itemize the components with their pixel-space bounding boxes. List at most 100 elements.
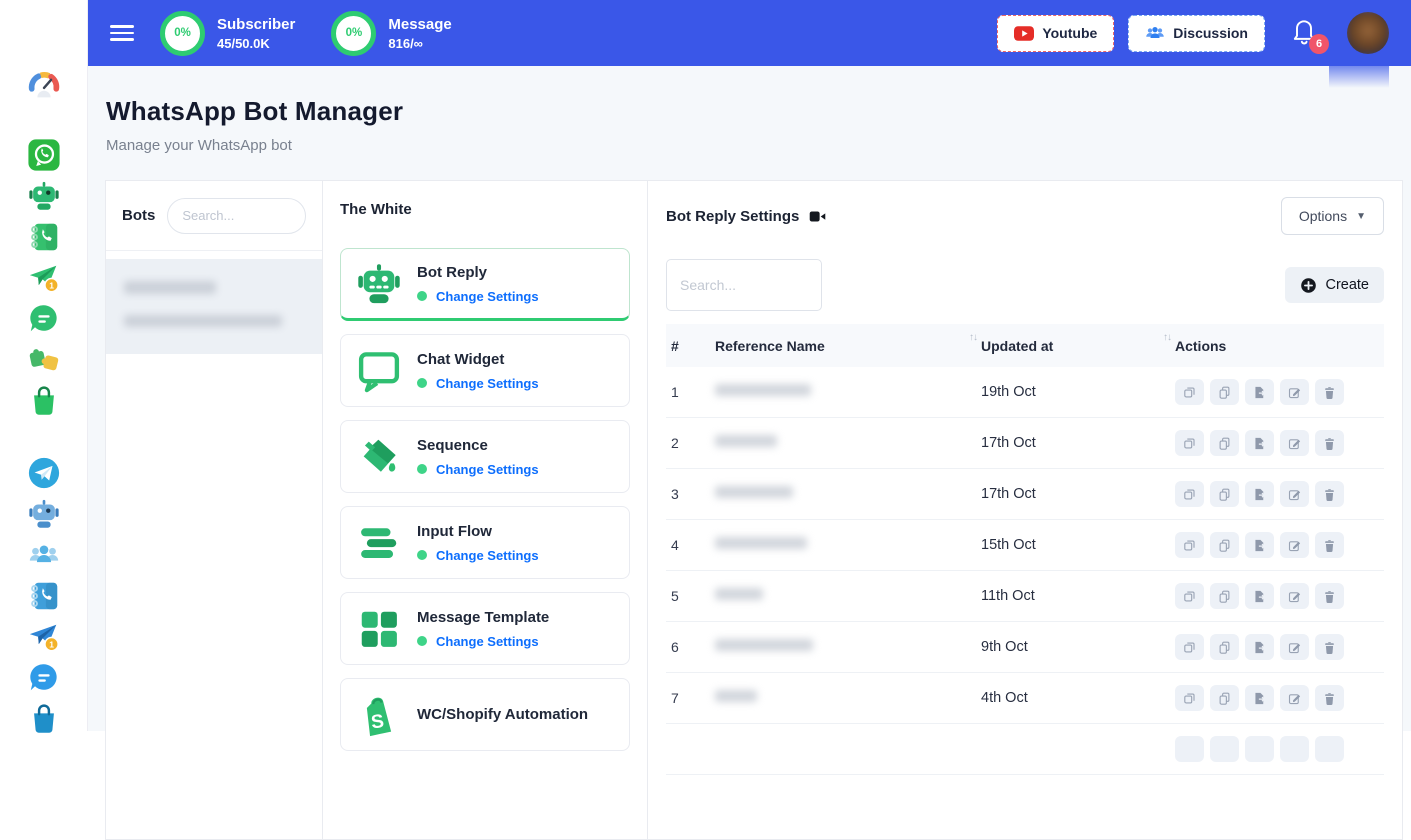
- delete-action-button[interactable]: [1315, 685, 1344, 711]
- duplicate-action-button[interactable]: [1175, 481, 1204, 507]
- menu-card-bot-reply[interactable]: Bot Reply Change Settings: [340, 248, 630, 321]
- sidebar-item-broadcast-whatsapp[interactable]: 1: [26, 260, 62, 296]
- duplicate-action-button[interactable]: [1175, 430, 1204, 456]
- change-settings-link[interactable]: Change Settings: [436, 289, 539, 304]
- sidebar-item-contacts-telegram[interactable]: [26, 578, 62, 614]
- template-grid-icon: [356, 606, 402, 652]
- sidebar-item-bot-telegram[interactable]: [26, 496, 62, 532]
- sort-reference-name-icon[interactable]: ↑↓: [969, 332, 977, 343]
- edit-action-button[interactable]: [1280, 736, 1309, 762]
- table-row: 3 17th Oct: [666, 469, 1384, 520]
- copy-action-button[interactable]: [1210, 532, 1239, 558]
- menu-card-wc-shopify[interactable]: S WC/Shopify Automation: [340, 678, 630, 751]
- menu-toggle-icon[interactable]: [110, 25, 134, 41]
- edit-action-button[interactable]: [1280, 430, 1309, 456]
- duplicate-action-button[interactable]: [1175, 583, 1204, 609]
- youtube-icon: [1014, 26, 1034, 41]
- change-settings-link[interactable]: Change Settings: [436, 462, 539, 477]
- export-action-button[interactable]: [1245, 736, 1274, 762]
- selected-bot-title: The White: [340, 201, 630, 218]
- sort-updated-at-icon[interactable]: ↑↓: [1163, 332, 1171, 343]
- delete-action-button[interactable]: [1315, 736, 1344, 762]
- reference-name-redacted: [715, 639, 813, 651]
- bot-reply-robot-icon: [356, 261, 402, 307]
- copy-action-button[interactable]: [1210, 634, 1239, 660]
- reference-name-redacted: [715, 486, 793, 498]
- delete-action-button[interactable]: [1315, 634, 1344, 660]
- menu-card-chat-widget[interactable]: Chat Widget Change Settings: [340, 334, 630, 407]
- table-row: 5 11th Oct: [666, 571, 1384, 622]
- sidebar-item-whatsapp[interactable]: [26, 137, 62, 173]
- sidebar-item-broadcast-telegram[interactable]: 1: [26, 619, 62, 655]
- delete-action-button[interactable]: [1315, 532, 1344, 558]
- change-settings-link[interactable]: Change Settings: [436, 634, 539, 649]
- export-action-button[interactable]: [1245, 685, 1274, 711]
- table-search-input[interactable]: [666, 259, 822, 311]
- bots-search-input[interactable]: [167, 198, 306, 234]
- edit-action-button[interactable]: [1280, 583, 1309, 609]
- sidebar-item-telegram[interactable]: [26, 455, 62, 491]
- col-actions: Actions: [1175, 338, 1379, 354]
- copy-action-button[interactable]: [1210, 685, 1239, 711]
- menu-card-input-flow[interactable]: Input Flow Change Settings: [340, 506, 630, 579]
- group-blue-icon: [27, 538, 61, 572]
- edit-action-button[interactable]: [1280, 685, 1309, 711]
- sidebar-item-chat-telegram[interactable]: [26, 660, 62, 696]
- trash-icon: [1322, 589, 1337, 604]
- options-button[interactable]: Options ▼: [1281, 197, 1384, 235]
- sidebar-item-bot-whatsapp[interactable]: [26, 178, 62, 214]
- delete-action-button[interactable]: [1315, 583, 1344, 609]
- change-settings-link[interactable]: Change Settings: [436, 376, 539, 391]
- sidebar-item-integrations-whatsapp[interactable]: [26, 342, 62, 378]
- subscriber-label: Subscriber: [217, 16, 295, 33]
- notifications-button[interactable]: 6: [1291, 17, 1317, 50]
- edit-action-button[interactable]: [1280, 379, 1309, 405]
- user-avatar[interactable]: [1347, 12, 1389, 54]
- delete-action-button[interactable]: [1315, 379, 1344, 405]
- export-icon: [1252, 487, 1267, 502]
- copy-action-button[interactable]: [1210, 736, 1239, 762]
- menu-card-message-template[interactable]: Message Template Change Settings: [340, 592, 630, 665]
- create-button[interactable]: Create: [1285, 267, 1384, 303]
- bot-list-item-selected[interactable]: [106, 259, 322, 354]
- contacts-blue-icon: [27, 579, 61, 613]
- discussion-button[interactable]: Discussion: [1128, 15, 1265, 52]
- table-row-partial: [666, 724, 1384, 775]
- duplicate-action-button[interactable]: [1175, 532, 1204, 558]
- sidebar-item-group-telegram[interactable]: [26, 537, 62, 573]
- delete-action-button[interactable]: [1315, 481, 1344, 507]
- edit-action-button[interactable]: [1280, 481, 1309, 507]
- delete-action-button[interactable]: [1315, 430, 1344, 456]
- edit-icon: [1287, 640, 1302, 655]
- export-action-button[interactable]: [1245, 379, 1274, 405]
- duplicate-action-button[interactable]: [1175, 685, 1204, 711]
- export-action-button[interactable]: [1245, 430, 1274, 456]
- col-updated-at: Updated at: [981, 338, 1053, 354]
- duplicate-action-button[interactable]: [1175, 634, 1204, 660]
- duplicate-action-button[interactable]: [1175, 736, 1204, 762]
- export-action-button[interactable]: [1245, 481, 1274, 507]
- sidebar-item-store-whatsapp[interactable]: [26, 383, 62, 419]
- copy-action-button[interactable]: [1210, 481, 1239, 507]
- copy-action-button[interactable]: [1210, 583, 1239, 609]
- sidebar-item-contacts-whatsapp[interactable]: [26, 219, 62, 255]
- copy-action-button[interactable]: [1210, 379, 1239, 405]
- contacts-green-icon: [27, 220, 61, 254]
- export-action-button[interactable]: [1245, 583, 1274, 609]
- duplicate-action-button[interactable]: [1175, 379, 1204, 405]
- copy-action-button[interactable]: [1210, 430, 1239, 456]
- export-action-button[interactable]: [1245, 532, 1274, 558]
- export-action-button[interactable]: [1245, 634, 1274, 660]
- youtube-button[interactable]: Youtube: [997, 15, 1114, 52]
- edit-action-button[interactable]: [1280, 634, 1309, 660]
- menu-card-sequence[interactable]: Sequence Change Settings: [340, 420, 630, 493]
- sidebar-item-chat-whatsapp[interactable]: [26, 301, 62, 337]
- sidebar-item-dashboard[interactable]: [26, 68, 62, 104]
- trash-icon: [1322, 640, 1337, 655]
- sidebar-item-store-telegram[interactable]: [26, 701, 62, 737]
- status-dot: [417, 550, 427, 560]
- change-settings-link[interactable]: Change Settings: [436, 548, 539, 563]
- video-camera-icon[interactable]: [809, 210, 826, 223]
- subscriber-value: 45/50.0K: [217, 36, 295, 51]
- edit-action-button[interactable]: [1280, 532, 1309, 558]
